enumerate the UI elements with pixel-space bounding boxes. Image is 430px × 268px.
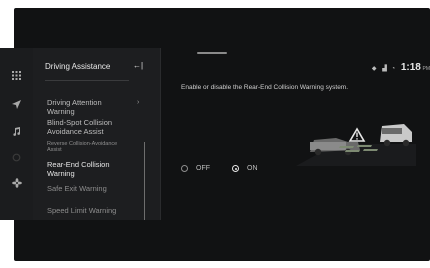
option-on[interactable]: ON	[232, 165, 258, 172]
settings-icon[interactable]	[10, 151, 23, 164]
menu-item-driving-attention-warning[interactable]: Driving Attention Warning	[47, 98, 127, 116]
menu-item-reverse-collision-avoidance[interactable]: Reverse Collision-Avoidance Assist	[47, 141, 131, 153]
menu-item-safe-exit-warning[interactable]: Safe Exit Warning	[47, 184, 107, 193]
header-divider	[45, 80, 129, 81]
menu-item-blind-spot-collision-avoidance[interactable]: Blind-Spot Collision Avoidance Assist	[47, 118, 137, 136]
back-arrow-icon[interactable]: ←|	[133, 61, 143, 70]
menu-item-speed-limit-warning[interactable]: Speed Limit Warning	[47, 206, 116, 215]
menu-scrollbar[interactable]	[144, 142, 145, 220]
option-off[interactable]: OFF	[181, 165, 210, 172]
navigation-icon[interactable]	[10, 98, 23, 111]
clock-ampm: PM	[422, 66, 430, 72]
music-icon[interactable]	[10, 125, 23, 138]
location-icon: ◆	[371, 66, 377, 72]
side-rail	[0, 48, 33, 220]
clock-time: 1:18	[400, 62, 421, 73]
grid-icon[interactable]	[10, 69, 23, 82]
chevron-right-icon: ›	[137, 99, 140, 106]
menu-title: Driving Assistance	[45, 62, 111, 71]
radio-off[interactable]	[181, 165, 188, 172]
signal-icon: ▟	[382, 66, 387, 72]
wifi-icon: ◔	[391, 66, 396, 72]
rear-end-collision-illustration	[296, 124, 416, 166]
radio-on[interactable]	[232, 165, 239, 172]
option-off-label: OFF	[196, 165, 210, 172]
drag-handle[interactable]	[197, 52, 227, 54]
option-on-label: ON	[247, 165, 258, 172]
menu-item-rear-end-collision-warning[interactable]: Rear-End Collision Warning	[47, 160, 133, 178]
fan-icon[interactable]	[10, 176, 23, 189]
status-bar: ◆ ▟ ◔ 1:18 PM	[372, 62, 430, 73]
setting-description: Enable or disable the Rear-End Collision…	[181, 84, 349, 91]
panel-divider	[160, 48, 161, 220]
